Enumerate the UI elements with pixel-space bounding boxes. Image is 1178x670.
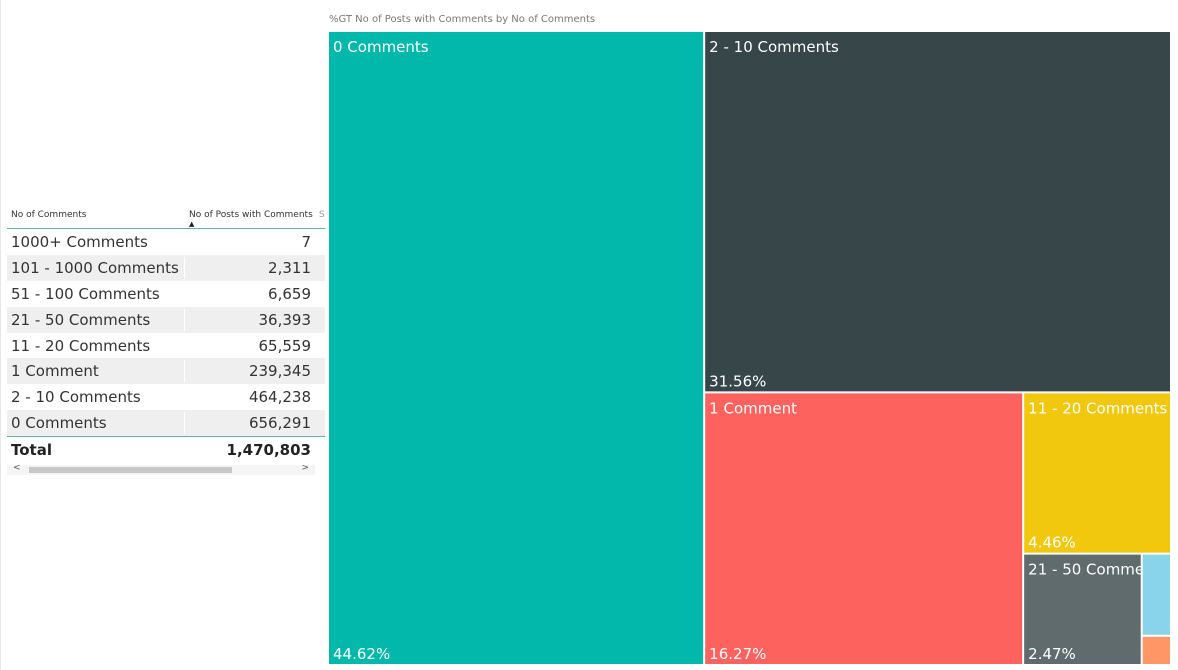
treemap-chart: 0 Comments 44.62% 2 - 10 Comments 31.56% 1 C…: [329, 32, 1170, 664]
treemap-tile-51-100-comments[interactable]: [1142, 554, 1170, 635]
treemap-value-label: 31.56%: [709, 372, 766, 390]
treemap-rect[interactable]: [1142, 636, 1170, 664]
treemap-rect[interactable]: [705, 393, 1023, 664]
treemap-label: 2 - 10 Comments: [709, 38, 839, 56]
treemap-value-label: 4.46%: [1028, 534, 1076, 552]
treemap-rect[interactable]: [705, 32, 1170, 392]
treemap-label: 0 Comments: [333, 38, 429, 56]
treemap-tile-101-1000-comments[interactable]: [1142, 636, 1170, 664]
treemap-rect[interactable]: [1142, 554, 1170, 635]
treemap-value-label: 44.62%: [333, 645, 390, 663]
treemap-value-label: 2.47%: [1028, 645, 1076, 663]
treemap-tile-0-comments[interactable]: 0 Comments 44.62%: [329, 32, 704, 664]
treemap-value-label: 16.27%: [709, 645, 766, 663]
treemap-label: 11 - 20 Comments: [1028, 399, 1167, 417]
treemap-label: 1 Comment: [709, 399, 797, 417]
treemap-rect[interactable]: [329, 32, 704, 664]
treemap-tile-2-10-comments[interactable]: 2 - 10 Comments 31.56%: [705, 32, 1170, 392]
treemap-tile-11-20-comments[interactable]: 11 - 20 Comments 4.46%: [1024, 393, 1170, 553]
treemap-tile-1-comment[interactable]: 1 Comment 16.27%: [705, 393, 1023, 664]
